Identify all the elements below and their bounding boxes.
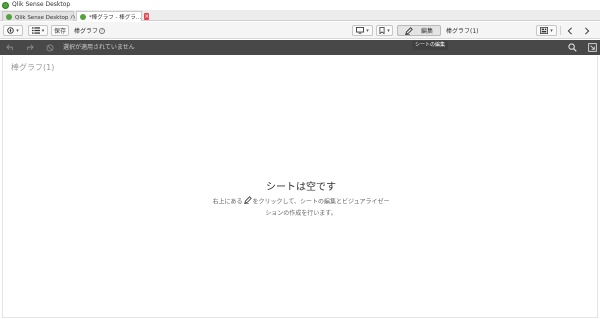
tab-label: Qlik Sense Desktop ハブ xyxy=(15,14,82,21)
step-forward-icon[interactable] xyxy=(25,43,35,52)
bookmark-button[interactable]: ▾ xyxy=(376,25,393,36)
window-titlebar: Qlik Sense Desktop xyxy=(0,0,600,10)
sheet-canvas: 棒グラフ(1) シートは空です 右上にある をクリックして、シートの編集とビジュア… xyxy=(2,56,598,318)
edit-sheet-tooltip: シートの編集 xyxy=(412,41,449,50)
empty-msg-after: をクリックして、シートの編集とビジュアライゼーションの作成を行います。 xyxy=(252,198,390,218)
selections-status: 選択が適用されていません xyxy=(63,44,135,51)
chevron-right-icon xyxy=(585,26,590,35)
pencil-icon xyxy=(405,26,413,35)
empty-msg-before: 右上にある xyxy=(212,198,243,206)
empty-sheet-message: 右上にある をクリックして、シートの編集とビジュアライゼーションの作成を行います。 xyxy=(211,196,391,219)
step-back-icon[interactable] xyxy=(5,43,15,52)
search-icon[interactable] xyxy=(567,42,578,53)
navigation-menu-button[interactable]: ▾ xyxy=(28,25,48,36)
tab-label: *棒グラフ - 棒グラ… xyxy=(89,14,142,21)
app-title-text: 棒グラフ xyxy=(74,28,99,35)
tab-bar: Qlik Sense Desktop ハブ *棒グラフ - 棒グラ… × xyxy=(0,10,600,21)
tab-app[interactable]: *棒グラフ - 棒グラ… × xyxy=(76,11,150,21)
window-title: Qlik Sense Desktop xyxy=(12,1,71,8)
selections-tool-icon[interactable] xyxy=(587,42,598,53)
selections-bar: 選択が適用されていません xyxy=(0,40,600,55)
chevron-left-icon xyxy=(567,26,572,35)
sheet-title: 棒グラフ(1) xyxy=(11,63,55,72)
app-title: 棒グラフ ? xyxy=(74,25,106,36)
presentation-icon xyxy=(356,27,365,34)
close-tab-icon[interactable]: × xyxy=(144,13,150,20)
chevron-down-icon: ▾ xyxy=(16,27,19,34)
chevron-down-icon: ▾ xyxy=(366,27,369,34)
list-icon xyxy=(31,27,40,34)
qlik-logo-icon xyxy=(80,13,86,20)
story-button[interactable]: ▾ xyxy=(352,25,373,36)
next-sheet-button[interactable] xyxy=(580,25,594,36)
bookmark-icon xyxy=(379,27,385,34)
sheets-grid-icon xyxy=(540,27,549,34)
pencil-icon xyxy=(243,196,252,208)
empty-sheet-title: シートは空です xyxy=(266,182,336,193)
qlik-logo-icon xyxy=(6,13,12,20)
main-toolbar: ▾ ▾ 保存 棒グラフ ? ▾ ▾ 編集 棒グラフ(1) ▾ xyxy=(0,22,600,39)
chevron-down-icon: ▾ xyxy=(550,27,553,34)
help-icon[interactable]: ? xyxy=(99,27,106,34)
compass-icon xyxy=(7,27,14,34)
sheet-selector[interactable]: 棒グラフ(1) xyxy=(446,25,479,36)
clear-selections-icon[interactable] xyxy=(45,43,55,52)
tab-hub[interactable]: Qlik Sense Desktop ハブ xyxy=(2,11,81,21)
toolbar-divider xyxy=(560,26,561,35)
global-menu-button[interactable]: ▾ xyxy=(3,25,23,36)
edit-sheet-button[interactable]: 編集 xyxy=(397,25,441,36)
chevron-down-icon: ▾ xyxy=(41,27,45,34)
edit-label: 編集 xyxy=(420,28,433,35)
save-button[interactable]: 保存 xyxy=(51,25,69,36)
sheet-list-button[interactable]: ▾ xyxy=(536,25,557,36)
sheet-name: 棒グラフ(1) xyxy=(446,28,479,35)
chevron-down-icon: ▾ xyxy=(387,27,390,34)
qlik-logo-icon xyxy=(2,1,9,9)
previous-sheet-button[interactable] xyxy=(563,25,577,36)
